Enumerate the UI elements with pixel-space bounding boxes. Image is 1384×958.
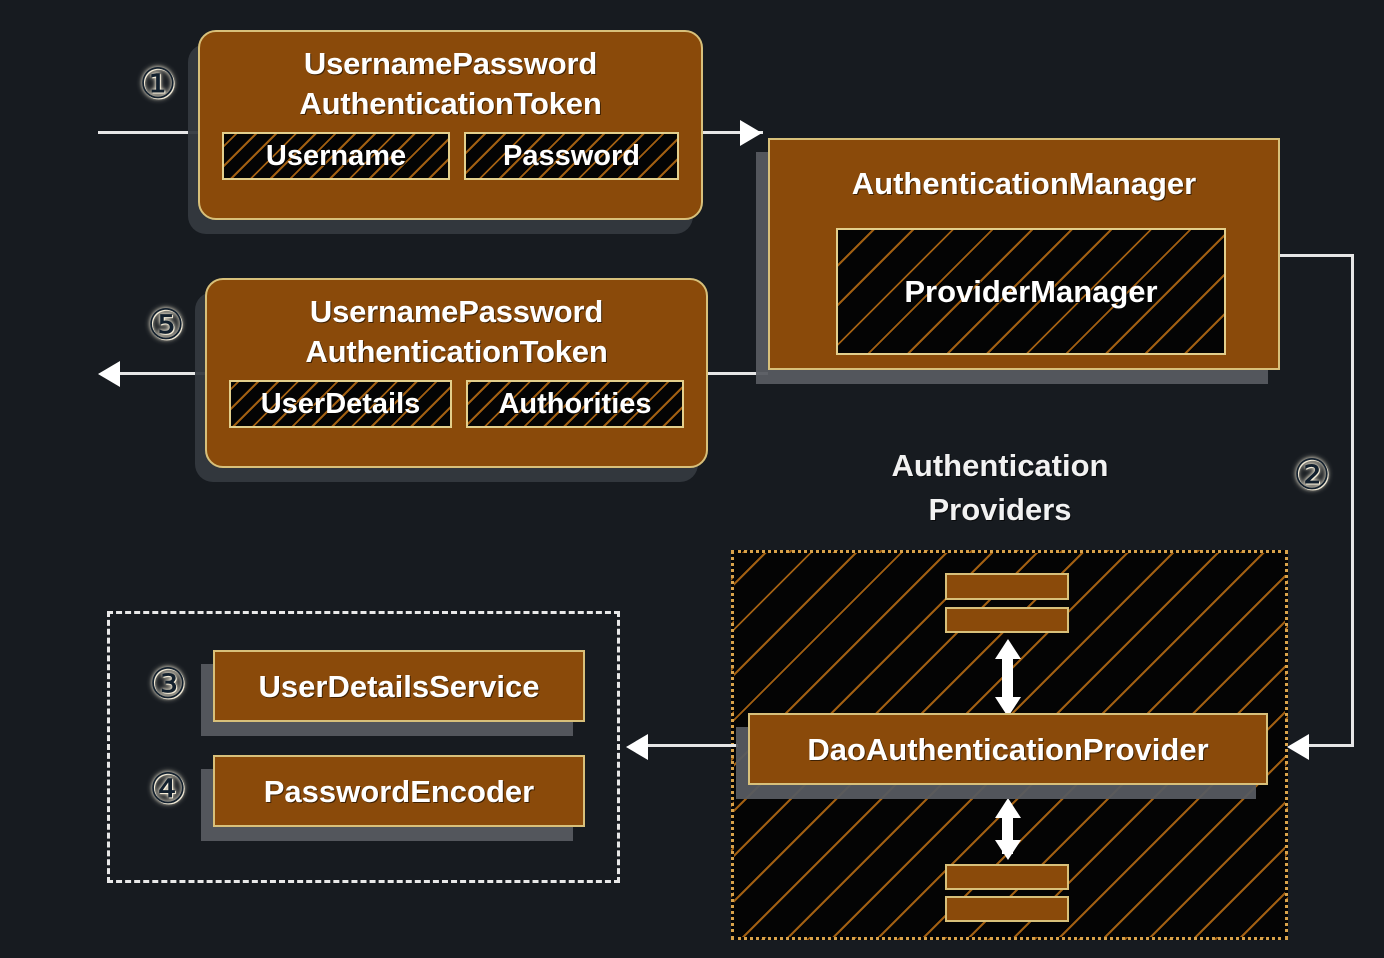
connector-provider-to-beans [648, 744, 738, 747]
arrowhead-to-authentication-manager [740, 120, 762, 146]
step-number-3: ③ [149, 659, 187, 708]
provider-manager-label: ProviderManager [904, 273, 1158, 309]
dao-authentication-provider-card: DaoAuthenticationProvider [748, 713, 1268, 785]
request-token-slots: Username Password [200, 124, 701, 180]
request-token-title: UsernamePassword AuthenticationToken [200, 32, 701, 124]
response-token-slots: UserDetails Authorities [207, 372, 706, 428]
authentication-manager-title: AuthenticationManager [851, 166, 1197, 201]
provider-placeholder-bar-1 [945, 573, 1069, 600]
chain-arrow-up-bottom [995, 798, 1021, 818]
user-details-service-card: UserDetailsService [213, 650, 585, 722]
authentication-providers-caption-line1: Authentication [891, 448, 1109, 483]
connector-step2-bottom-segment [1308, 744, 1354, 747]
provider-placeholder-bar-4 [945, 896, 1069, 922]
dao-authentication-provider-title: DaoAuthenticationProvider [807, 732, 1209, 767]
slot-authorities: Authorities [466, 380, 684, 428]
request-authentication-token-card: UsernamePassword AuthenticationToken Use… [198, 30, 703, 220]
chain-arrow-up-top [995, 639, 1021, 659]
provider-manager-panel: ProviderManager [836, 228, 1226, 355]
connector-step2-vertical-segment [1351, 254, 1354, 746]
request-token-title-line2: AuthenticationToken [299, 86, 602, 121]
arrowhead-response-out [98, 361, 120, 387]
connector-step2-top-segment [1280, 254, 1354, 257]
step-number-5: ⑤ [147, 300, 185, 349]
provider-placeholder-bar-3 [945, 864, 1069, 890]
response-token-title-line2: AuthenticationToken [305, 334, 608, 369]
diagram-canvas: ① UsernamePassword AuthenticationToken U… [0, 0, 1384, 958]
password-encoder-card: PasswordEncoder [213, 755, 585, 827]
authentication-manager-card: AuthenticationManager ProviderManager [768, 138, 1280, 370]
step-number-4: ④ [149, 764, 187, 813]
password-encoder-label: PasswordEncoder [263, 774, 535, 809]
step-number-1: ① [139, 59, 177, 108]
request-token-title-line1: UsernamePassword [303, 46, 598, 81]
slot-user-details: UserDetails [229, 380, 452, 428]
authentication-providers-caption-line2: Providers [928, 492, 1072, 527]
step-number-2: ② [1293, 450, 1331, 499]
user-details-service-label: UserDetailsService [258, 669, 540, 704]
response-token-title-line1: UsernamePassword [309, 294, 604, 329]
chain-arrow-down-bottom [995, 840, 1021, 860]
response-token-title: UsernamePassword AuthenticationToken [207, 280, 706, 372]
provider-placeholder-bar-2 [945, 607, 1069, 633]
chain-arrow-stem-top [1002, 657, 1013, 699]
slot-password: Password [464, 132, 679, 180]
authentication-providers-caption: Authentication Providers [840, 444, 1160, 532]
arrowhead-to-dao-provider [1287, 734, 1309, 760]
arrowhead-to-beans-box [626, 734, 648, 760]
response-authentication-token-card: UsernamePassword AuthenticationToken Use… [205, 278, 708, 468]
slot-username: Username [222, 132, 450, 180]
